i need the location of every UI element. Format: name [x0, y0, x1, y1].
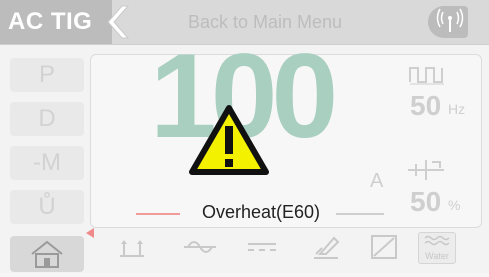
pulse-frequency-icon [409, 67, 444, 85]
water-wave-icon [424, 235, 450, 246]
current-unit: A [370, 170, 384, 192]
home-icon [31, 240, 63, 268]
dc-output-icon[interactable] [244, 232, 280, 262]
error-message: Overheat(E60) [201, 202, 321, 222]
wifi-icon[interactable] [428, 6, 468, 38]
mode-label: AC TIG [0, 0, 112, 44]
sidebar-item-m[interactable]: -M [10, 146, 84, 180]
home-selected-indicator [86, 228, 94, 238]
balance-unit: % [448, 197, 461, 213]
frequency-unit: Hz [448, 101, 466, 117]
balance-value[interactable]: 50 [410, 186, 441, 218]
sidebar-item-p[interactable]: P [10, 58, 84, 92]
home-button[interactable] [10, 236, 84, 272]
torch-icon[interactable] [308, 232, 344, 262]
back-chevron-icon[interactable] [104, 4, 130, 40]
bottom-toolbar: Water [94, 226, 480, 270]
welding-screen: AC TIG Back to Main Menu P D -M Ů 100 A … [0, 0, 489, 273]
error-line-right [336, 213, 384, 215]
warning-icon [189, 105, 269, 175]
frequency-value[interactable]: 50 [410, 90, 441, 122]
water-cooling-button[interactable]: Water [418, 232, 456, 264]
slope-icon[interactable] [366, 232, 402, 262]
error-line-left [136, 213, 180, 215]
water-label: Water [425, 251, 449, 261]
balance-icon [408, 160, 444, 180]
sidebar-item-gas[interactable]: Ů [10, 190, 84, 224]
sidebar-item-d[interactable]: D [10, 102, 84, 136]
trigger-mode-icon[interactable] [114, 232, 150, 262]
ac-wave-icon[interactable] [182, 232, 218, 262]
left-sidebar: P D -M Ů [0, 54, 84, 273]
